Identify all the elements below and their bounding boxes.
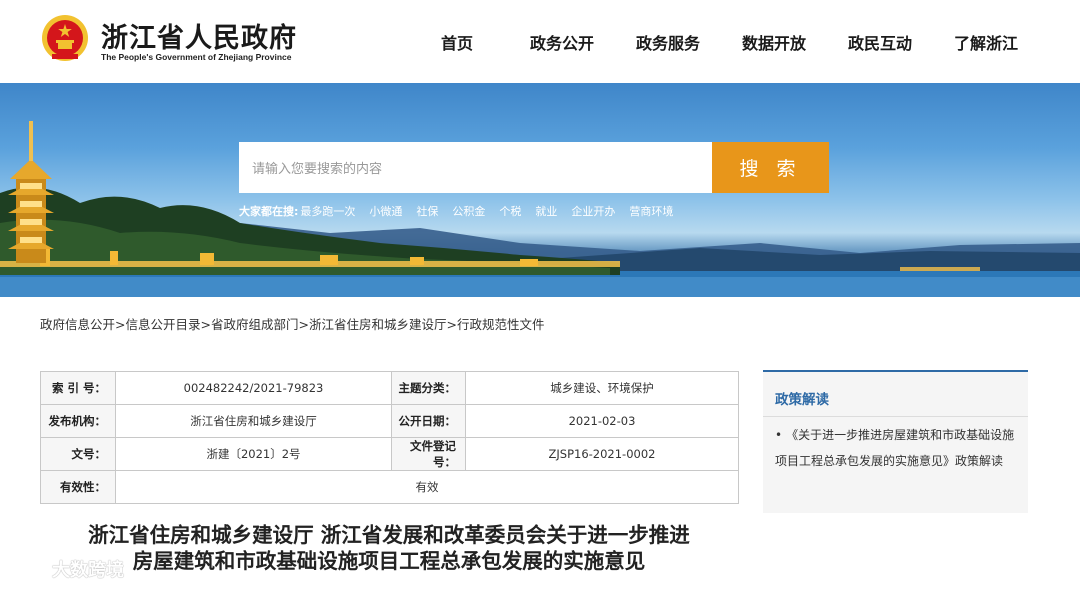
national-emblem-icon[interactable] [40, 12, 90, 64]
date-label: 公开日期： [391, 404, 466, 438]
breadcrumb-separator: > [115, 317, 126, 332]
category-label: 主题分类： [391, 371, 466, 405]
banner: 请输入您要搜索的内容 搜 索 大家都在搜: 最多跑一次 小微通 社保 公积金 个税 就业 企业… [0, 83, 1080, 297]
search-input[interactable]: 请输入您要搜索的内容 [239, 142, 712, 193]
hot-searches: 大家都在搜: 最多跑一次 小微通 社保 公积金 个税 就业 企业开办 营商环境 [239, 203, 673, 219]
publisher-value: 浙江省住房和城乡建设厅 [115, 404, 392, 438]
table-row: 发布机构： 浙江省住房和城乡建设厅 公开日期： 2021-02-03 [40, 404, 739, 438]
document-title-line: 房屋建筑和市政基础设施项目工程总承包发展的实施意见 [132, 549, 646, 573]
validity-label: 有效性： [40, 470, 116, 504]
nav-about-zhejiang[interactable]: 了解浙江 [954, 30, 1018, 54]
hot-searches-label: 大家都在搜: [239, 205, 299, 218]
hot-search-item[interactable]: 就业 [535, 205, 557, 218]
watermark-logo-icon [12, 558, 43, 578]
site-subtitle: The People's Government of Zhejiang Prov… [101, 52, 292, 62]
breadcrumb-separator: > [446, 317, 457, 332]
bullet-icon: • [775, 428, 783, 442]
hot-search-item[interactable]: 最多跑一次 [300, 205, 355, 218]
table-row: 索 引 号： 002482242/2021-79823 主题分类： 城乡建设、环… [40, 371, 739, 405]
table-row: 文号： 浙建〔2021〕2号 文件登记号： ZJSP16-2021-0002 [40, 437, 739, 471]
breadcrumb-separator: > [200, 317, 211, 332]
regno-label: 文件登记号： [391, 437, 466, 471]
breadcrumb-item[interactable]: 浙江省住房和城乡建设厅 [309, 317, 447, 332]
breadcrumb-item[interactable]: 省政府组成部门 [211, 317, 299, 332]
nav-gov-affairs-public[interactable]: 政务公开 [530, 30, 594, 54]
panel-divider [763, 416, 1028, 417]
hot-search-item[interactable]: 社保 [416, 205, 438, 218]
policy-interpretation-text: 《关于进一步推进房屋建筑和市政基础设施项目工程总承包发展的实施意见》政策解读 [775, 428, 1015, 468]
search-button[interactable]: 搜 索 [712, 142, 829, 193]
table-row: 有效性： 有效 [40, 470, 739, 504]
panel-title: 政策解读 [775, 392, 829, 408]
hot-search-item[interactable]: 公积金 [452, 205, 485, 218]
publisher-label: 发布机构： [40, 404, 116, 438]
watermark-text: 大数跨境 [52, 560, 124, 581]
hot-search-item[interactable]: 个税 [499, 205, 521, 218]
breadcrumb-separator: > [298, 317, 309, 332]
site-header: 浙江省人民政府 The People's Government of Zheji… [0, 0, 1080, 83]
validity-value: 有效 [115, 470, 739, 504]
policy-interpretation-link[interactable]: • 《关于进一步推进房屋建筑和市政基础设施项目工程总承包发展的实施意见》政策解读 [775, 422, 1020, 474]
breadcrumb-item[interactable]: 政府信息公开 [40, 317, 115, 332]
document-info-table: 索 引 号： 002482242/2021-79823 主题分类： 城乡建设、环… [40, 371, 739, 504]
hot-search-item[interactable]: 企业开办 [571, 205, 615, 218]
breadcrumb-item[interactable]: 行政规范性文件 [457, 317, 545, 332]
nav-gov-services[interactable]: 政务服务 [636, 30, 700, 54]
nav-open-data[interactable]: 数据开放 [742, 30, 806, 54]
hot-search-item[interactable]: 营商环境 [629, 205, 673, 218]
category-value: 城乡建设、环境保护 [465, 371, 739, 405]
breadcrumb-item[interactable]: 信息公开目录 [126, 317, 201, 332]
watermark: 大数跨境 [10, 556, 124, 582]
index-label: 索 引 号： [40, 371, 116, 405]
date-value: 2021-02-03 [465, 404, 739, 438]
policy-interpretation-panel: 政策解读 • 《关于进一步推进房屋建筑和市政基础设施项目工程总承包发展的实施意见》… [763, 370, 1028, 513]
nav-home[interactable]: 首页 [441, 30, 473, 54]
nav-interaction[interactable]: 政民互动 [848, 30, 912, 54]
docno-value: 浙建〔2021〕2号 [115, 437, 392, 471]
hot-search-item[interactable]: 小微通 [369, 205, 402, 218]
breadcrumb: 政府信息公开>信息公开目录>省政府组成部门>浙江省住房和城乡建设厅>行政规范性文… [40, 314, 545, 333]
index-value: 002482242/2021-79823 [115, 371, 392, 405]
document-title: 浙江省住房和城乡建设厅 浙江省发展和改革委员会关于进一步推进 房屋建筑和市政基础… [40, 522, 738, 574]
docno-label: 文号： [40, 437, 116, 471]
document-title-line: 浙江省住房和城乡建设厅 浙江省发展和改革委员会关于进一步推进 [88, 523, 690, 547]
regno-value: ZJSP16-2021-0002 [465, 437, 739, 471]
site-title[interactable]: 浙江省人民政府 [101, 16, 297, 55]
